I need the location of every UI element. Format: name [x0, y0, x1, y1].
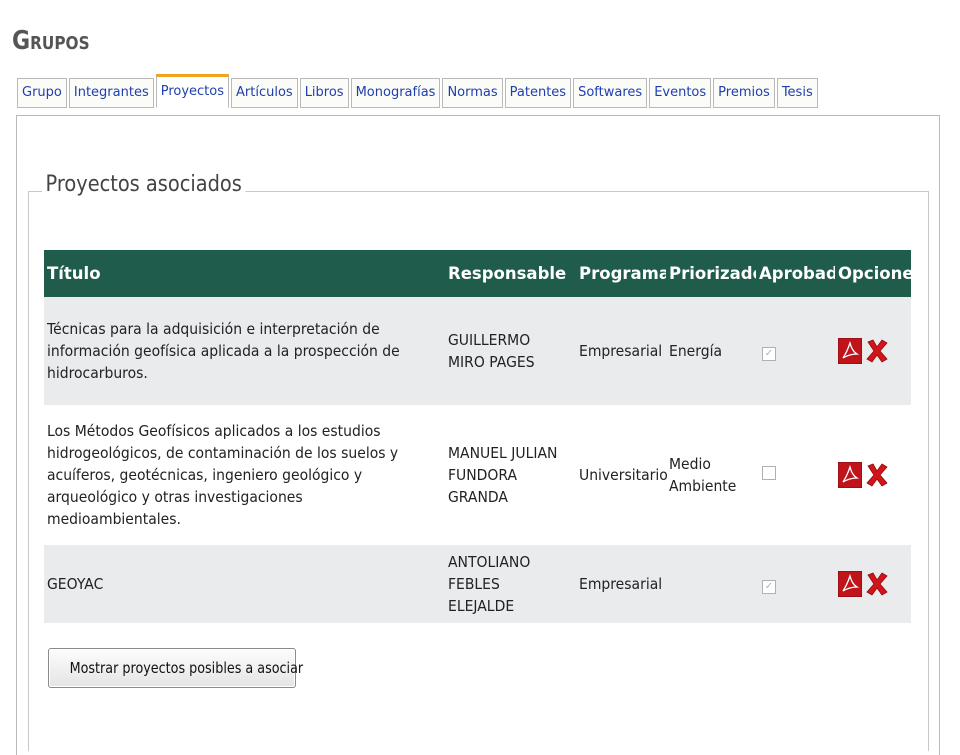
- tab-monografias[interactable]: Monografías: [350, 78, 441, 108]
- cell-responsable-text: GUILLERMO MIRO PAGES: [448, 331, 535, 371]
- cell-opciones: [835, 545, 911, 623]
- cell-aprobado: ✓: [756, 297, 835, 405]
- tab-label: Proyectos: [160, 84, 225, 99]
- cell-priorizado: Energía: [666, 297, 756, 405]
- tab-label: Monografías: [355, 85, 436, 100]
- cell-aprobado: [756, 405, 835, 545]
- cell-responsable: ANTOLIANO FEBLES ELEJALDE: [445, 545, 576, 623]
- tab-bar: Grupo Integrantes Proyectos Artículos Libros…: [17, 74, 818, 108]
- tab-label: Eventos: [654, 85, 707, 100]
- cell-programa-text: Universitario: [579, 466, 668, 484]
- cell-titulo-text: Técnicas para la adquisición e interpret…: [47, 320, 400, 382]
- cell-titulo: Los Métodos Geofísicos aplicados a los e…: [44, 405, 445, 545]
- table-row: Los Métodos Geofísicos aplicados a los e…: [44, 405, 911, 545]
- tab-proyectos[interactable]: Proyectos: [155, 74, 230, 108]
- tab-patentes[interactable]: Patentes: [504, 78, 572, 108]
- cell-priorizado: [666, 545, 756, 623]
- cell-titulo-text: Los Métodos Geofísicos aplicados a los e…: [47, 422, 399, 528]
- projects-table: Título Responsable Programa Priorizado A…: [44, 250, 911, 623]
- tab-integrantes[interactable]: Integrantes: [68, 78, 154, 108]
- cell-priorizado: Medio Ambiente: [666, 405, 756, 545]
- cell-titulo: GEOYAC: [44, 545, 445, 623]
- header-aprobado: Aprobado: [756, 250, 835, 297]
- cell-priorizado-text: Energía: [669, 342, 723, 360]
- pdf-icon[interactable]: [837, 337, 863, 365]
- delete-x-icon[interactable]: [865, 462, 889, 488]
- delete-x-icon[interactable]: [865, 571, 889, 597]
- show-possible-projects-button[interactable]: Mostrar proyectos posibles a asociar: [48, 648, 303, 688]
- cell-titulo: Técnicas para la adquisición e interpret…: [44, 297, 445, 405]
- cell-opciones: [835, 405, 911, 545]
- table-row: Técnicas para la adquisición e interpret…: [44, 297, 911, 405]
- checkbox-icon: [762, 466, 776, 480]
- cell-responsable-text: ANTOLIANO FEBLES ELEJALDE: [448, 553, 531, 615]
- tab-articulos[interactable]: Artículos: [231, 78, 298, 108]
- fieldset-legend: Proyectos asociados: [42, 172, 246, 197]
- header-titulo: Título: [44, 250, 445, 297]
- header-responsable: Responsable: [445, 250, 576, 297]
- cell-programa: Universitario: [576, 405, 668, 545]
- header-priorizado: Priorizado: [666, 250, 756, 297]
- tab-premios[interactable]: Premios: [713, 78, 775, 108]
- tab-tesis[interactable]: Tesis: [776, 78, 818, 108]
- cell-programa-text: Empresarial: [579, 342, 663, 360]
- tab-libros[interactable]: Libros: [299, 78, 349, 108]
- tab-grupo[interactable]: Grupo: [17, 78, 67, 108]
- tab-normas[interactable]: Normas: [442, 78, 503, 108]
- cell-titulo-text: GEOYAC: [47, 575, 104, 593]
- cell-aprobado: ✓: [756, 545, 835, 623]
- tab-label: Normas: [447, 85, 498, 100]
- pdf-icon[interactable]: [837, 570, 863, 598]
- tab-label: Premios: [718, 85, 770, 100]
- checkbox-icon: ✓: [762, 580, 776, 594]
- tab-label: Libros: [304, 85, 344, 100]
- show-possible-projects-label: Mostrar proyectos posibles a asociar: [69, 659, 304, 677]
- delete-x-icon[interactable]: [865, 338, 889, 364]
- table-row: GEOYAC ANTOLIANO FEBLES ELEJALDE Empresari…: [44, 545, 911, 623]
- tab-softwares[interactable]: Softwares: [573, 78, 648, 108]
- cell-programa: Empresarial: [576, 545, 666, 623]
- cell-responsable-text: MANUEL JULIAN FUNDORA GRANDA: [448, 444, 558, 506]
- tab-label: Patentes: [509, 85, 567, 100]
- tab-label: Grupo: [22, 85, 62, 100]
- tab-label: Artículos: [236, 85, 293, 100]
- cell-responsable: MANUEL JULIAN FUNDORA GRANDA: [445, 405, 576, 545]
- tab-label: Integrantes: [73, 85, 149, 100]
- tab-label: Tesis: [781, 85, 813, 100]
- header-opciones: Opciones: [835, 250, 911, 297]
- header-programa: Programa: [576, 250, 666, 297]
- page-title: Grupos: [12, 26, 90, 56]
- cell-programa: Empresarial: [576, 297, 666, 405]
- cell-priorizado-text: Medio Ambiente: [669, 455, 737, 495]
- tab-eventos[interactable]: Eventos: [649, 78, 712, 108]
- tab-label: Softwares: [578, 85, 643, 100]
- cell-responsable: GUILLERMO MIRO PAGES: [445, 297, 576, 405]
- pdf-icon[interactable]: [837, 461, 863, 489]
- cell-programa-text: Empresarial: [579, 575, 663, 593]
- cell-opciones: [835, 297, 911, 405]
- table-header-row: Título Responsable Programa Priorizado A…: [44, 250, 911, 297]
- checkbox-icon: ✓: [762, 347, 776, 361]
